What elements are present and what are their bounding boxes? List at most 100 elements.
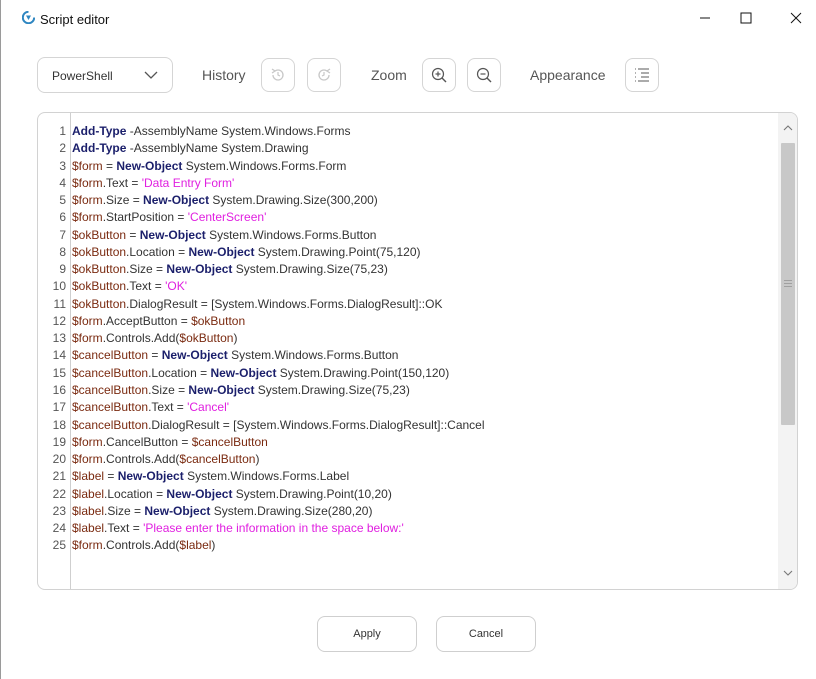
code-line[interactable]: 2 Add-Type -AssemblyName System.Drawing [38,140,778,157]
code-line[interactable]: 12 $form.AcceptButton = $okButton [38,313,778,330]
zoom-out-button[interactable] [467,58,501,92]
code-token: $form [72,175,103,190]
code-line[interactable]: 5 $form.Size = New-Object System.Drawing.… [38,192,778,209]
minimize-icon [700,17,710,19]
code-token: $form [72,313,103,328]
code-token: $cancelButton [179,452,256,467]
vertical-scrollbar[interactable] [778,113,797,589]
code-line[interactable]: 10 $okButton.Text = 'OK' [38,278,778,295]
code-token: System.Drawing.Point(10,20) [232,486,392,501]
code-text: $okButton.DialogResult = [System.Windows… [72,296,442,313]
zoom-label: Zoom [371,67,407,83]
code-line[interactable]: 17 $cancelButton.Text = 'Cancel' [38,399,778,416]
code-token: System.Windows.Forms.Button [227,348,399,363]
close-icon [790,12,802,24]
code-line[interactable]: 21 $label = New-Object System.Windows.For… [38,468,778,485]
code-line[interactable]: 20 $form.Controls.Add($cancelButton) [38,451,778,468]
code-line[interactable]: 18 $cancelButton.DialogResult = [System.W… [38,417,778,434]
apply-button[interactable]: Apply [317,616,417,652]
code-text: Add-Type -AssemblyName System.Drawing [72,140,309,157]
scroll-up-button[interactable] [778,119,797,135]
code-text: $form = New-Object System.Windows.Forms.… [72,158,346,175]
code-line[interactable]: 13 $form.Controls.Add($okButton) [38,330,778,347]
code-line[interactable]: 8 $okButton.Location = New-Object System.… [38,244,778,261]
code-token: ) [233,331,238,346]
undo-button[interactable] [261,58,295,92]
code-line[interactable]: 6 $form.StartPosition = 'CenterScreen' [38,209,778,226]
code-token: $cancelButton [72,382,149,397]
undo-icon [271,68,284,81]
code-token: 'Data Entry Form' [141,175,235,190]
zoom-in-button[interactable] [422,58,456,92]
maximize-button[interactable] [723,0,769,36]
code-text: $label.Size = New-Object System.Drawing.… [72,503,372,520]
line-number: 3 [59,158,66,173]
code-line[interactable]: 15 $cancelButton.Location = New-Object Sy… [38,365,778,382]
code-text: $okButton.Text = 'OK' [72,278,187,295]
scrollbar-grip-icon [784,280,792,289]
code-text: $form.CancelButton = $cancelButton [72,434,268,451]
code-token: $label [179,538,212,553]
line-number: 20 [52,452,66,467]
code-token: $okButton [179,331,234,346]
minimize-button[interactable] [682,0,728,36]
code-line[interactable]: 7 $okButton = New-Object System.Windows.F… [38,227,778,244]
redo-button[interactable] [307,58,341,92]
code-text: $okButton = New-Object System.Windows.Fo… [72,227,376,244]
code-text: $form.Controls.Add($cancelButton) [72,451,259,468]
code-token: 'Please enter the information in the spa… [143,521,404,536]
code-token: System.Windows.Forms.Form [182,158,347,173]
code-line[interactable]: 4 $form.Text = 'Data Entry Form' [38,175,778,192]
code-token: .CancelButton = [102,434,192,449]
code-token: New-Object [188,244,255,259]
code-line[interactable]: 23 $label.Size = New-Object System.Drawin… [38,503,778,520]
code-text: $form.Size = New-Object System.Drawing.S… [72,192,378,209]
line-number: 1 [59,124,66,138]
code-line[interactable]: 3 $form = New-Object System.Windows.Forms… [38,158,778,175]
code-text: $label = New-Object System.Windows.Forms… [72,468,349,485]
code-line[interactable]: 19 $form.CancelButton = $cancelButton [38,434,778,451]
code-token: = [148,348,162,363]
cancel-button[interactable]: Cancel [436,616,536,652]
code-line[interactable]: 1 Add-Type -AssemblyName System.Windows.F… [38,123,778,140]
appearance-button[interactable] [625,58,659,92]
code-area[interactable]: 1 Add-Type -AssemblyName System.Windows.F… [38,123,778,555]
code-token: $label [72,521,105,536]
appearance-label: Appearance [530,67,606,83]
code-token: .Text = [126,279,166,294]
chevron-down-icon [144,71,158,79]
code-line[interactable]: 9 $okButton.Size = New-Object System.Draw… [38,261,778,278]
code-line[interactable]: 14 $cancelButton = New-Object System.Wind… [38,347,778,364]
code-line[interactable]: 24 $label.Text = 'Please enter the inform… [38,520,778,537]
scroll-down-button[interactable] [778,565,797,581]
close-button[interactable] [773,0,816,36]
code-token: $form [72,331,103,346]
title-bar[interactable]: Script editor [1,0,816,38]
code-token: New-Object [143,193,210,208]
code-token: .Size = [126,262,167,277]
code-token: -AssemblyName System.Drawing [126,141,309,156]
maximize-icon [740,12,752,24]
code-token: .Controls.Add( [102,331,180,346]
code-text: $cancelButton.DialogResult = [System.Win… [72,417,485,434]
code-line[interactable]: 11 $okButton.DialogResult = [System.Windo… [38,296,778,313]
code-token: 'CenterScreen' [187,210,267,225]
line-number: 9 [59,262,66,277]
code-token: $cancelButton [191,434,268,449]
language-select-value: PowerShell [52,69,113,83]
code-token: $form [72,193,103,208]
code-line[interactable]: 16 $cancelButton.Size = New-Object System… [38,382,778,399]
scrollbar-thumb[interactable] [781,143,795,425]
code-token: .Size = [148,382,189,397]
code-line[interactable]: 25 $form.Controls.Add($label) [38,537,778,554]
code-editor[interactable]: 1 Add-Type -AssemblyName System.Windows.F… [37,112,798,590]
line-number: 14 [52,348,66,363]
line-number: 16 [52,382,66,397]
line-number: 4 [59,175,66,190]
language-select[interactable]: PowerShell [37,57,173,93]
line-number: 5 [59,193,66,208]
code-token: $form [72,434,103,449]
code-line[interactable]: 22 $label.Location = New-Object System.Dr… [38,486,778,503]
code-token: Add-Type [72,124,127,138]
code-token: $form [72,538,103,553]
